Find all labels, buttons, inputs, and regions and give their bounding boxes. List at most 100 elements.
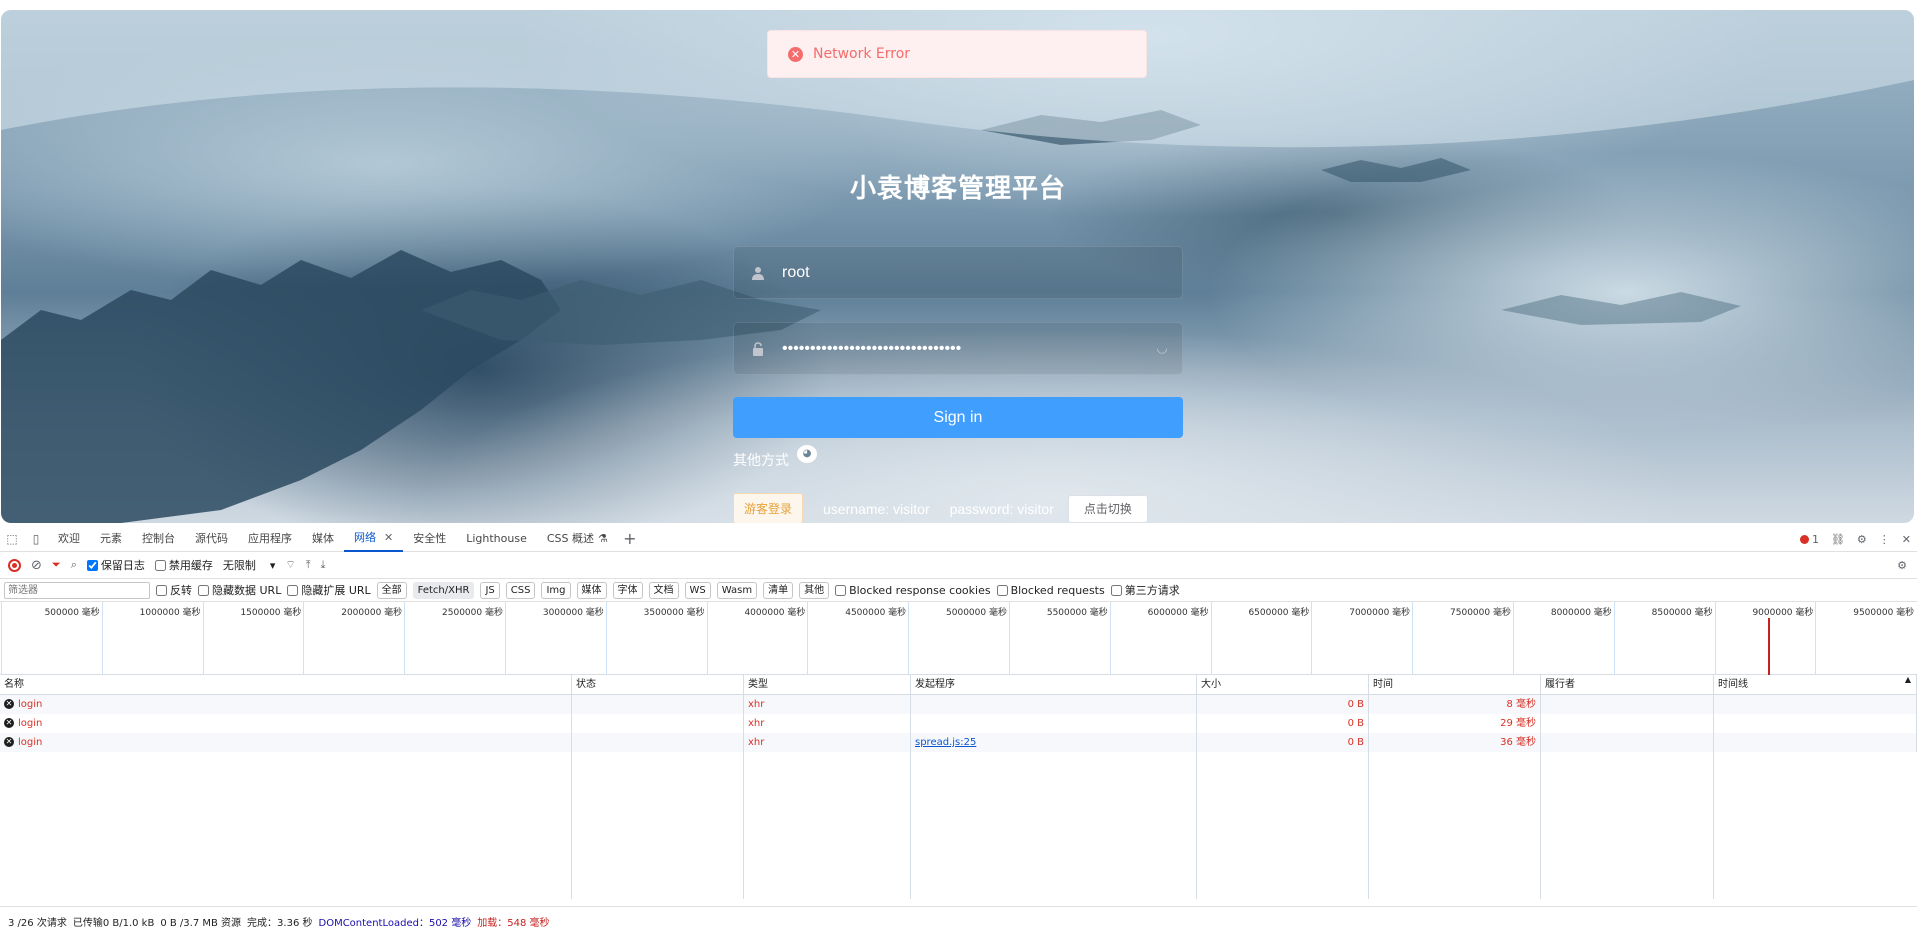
col-size-value: 0 B [1347,699,1364,710]
close-tab-icon[interactable]: ✕ [384,525,393,551]
flask-icon: ⚗ [598,531,608,545]
blocked-requests-checkbox[interactable]: Blocked requests [996,584,1105,597]
password-input[interactable] [782,339,1142,358]
hide-ext-url-label: 隐藏扩展 URL [301,584,371,597]
finish-time: 完成：3.36 秒 [247,918,313,929]
error-dot-icon [1799,534,1809,544]
type-filter-img[interactable]: Img [541,581,571,599]
type-filter-css[interactable]: CSS [505,581,536,599]
hide-data-url-checkbox[interactable]: 隐藏数据 URL [198,582,281,598]
col-name-header[interactable]: 名称 [0,675,572,695]
inspect-element-icon[interactable]: ⬚ [0,532,24,546]
type-filter-font[interactable]: 字体 [612,581,643,599]
hide-data-url-input[interactable] [198,584,209,596]
tab-welcome[interactable]: 欢迎 [48,526,90,552]
overview-grid-column: 3500000 毫秒 [605,602,707,675]
overview-grid-column: 2500000 毫秒 [404,602,505,675]
blocked-cookies-input[interactable] [835,584,847,596]
link-icon[interactable]: ⛓ [1831,533,1845,546]
type-filter-js[interactable]: JS [480,581,500,599]
tab-elements[interactable]: 元素 [90,526,132,552]
third-party-input[interactable] [1110,584,1122,596]
tab-media[interactable]: 媒体 [302,526,344,552]
tab-css-overview[interactable]: CSS 概述 ⚗ [537,526,618,552]
col-initiator-cell[interactable]: spread.js:25 [911,733,1197,752]
col-initiator-cell[interactable] [911,695,1197,714]
type-filter-all[interactable]: 全部 [376,581,407,599]
username-input[interactable] [782,263,1182,282]
col-initiator-header[interactable]: 发起程序 [911,675,1197,695]
tab-application[interactable]: 应用程序 [238,526,302,552]
sign-in-button[interactable]: Sign in [733,397,1183,438]
type-filter-ws[interactable]: WS [684,581,711,599]
device-toggle-icon[interactable]: ▯ [24,532,48,546]
network-overview-timeline[interactable]: 500000 毫秒 1000000 毫秒 1500000 毫秒 2000000 毫秒 2… [0,602,1917,675]
error-counter[interactable]: 1 [1799,533,1819,546]
request-row[interactable]: ✕ login xhr spread.js:25 0 B 36 毫秒 [0,733,1917,752]
tab-console[interactable]: 控制台 [132,526,185,552]
record-icon[interactable] [8,558,21,572]
blocked-cookies-checkbox[interactable]: Blocked response cookies [835,584,991,597]
type-filter-doc[interactable]: 文档 [648,581,679,599]
add-tab-icon[interactable]: + [618,529,642,548]
disable-cache-checkbox[interactable]: 禁用缓存 [154,557,213,573]
third-party-checkbox[interactable]: 第三方请求 [1110,582,1180,598]
type-filter-media[interactable]: 媒体 [576,581,607,599]
tab-network[interactable]: 网络 ✕ [344,525,404,552]
hide-ext-url-input[interactable] [287,584,299,596]
guest-login-button[interactable]: 游客登录 [733,493,804,523]
close-devtools-icon[interactable]: ✕ [1902,533,1911,546]
type-filter-wasm[interactable]: Wasm [716,581,758,599]
overview-grid-column: 1500000 毫秒 [202,602,304,675]
col-time-cell: 36 毫秒 [1369,733,1541,752]
wechat-icon[interactable]: ◕ [797,445,817,463]
filter-bar: 反转 隐藏数据 URL 隐藏扩展 URL 全部 Fetch/XHR JS CSS… [0,579,1917,602]
network-settings-gear-icon[interactable]: ⚙ [1897,559,1907,572]
wifi-settings-icon[interactable]: ⌔ [285,558,295,572]
throttle-select[interactable]: 无限制 ▾ [223,557,276,573]
tab-sources[interactable]: 源代码 [185,526,238,552]
filter-input[interactable] [4,581,150,599]
preserve-log-checkbox[interactable]: 保留日志 [86,557,145,573]
disable-cache-input[interactable] [154,559,166,571]
col-status-header[interactable]: 状态 [572,675,744,695]
invert-input[interactable] [156,584,167,596]
tab-security[interactable]: 安全性 [403,526,456,552]
filter-funnel-icon[interactable]: ⏷ [52,558,61,572]
overview-grid-column: 6000000 毫秒 [1109,602,1211,675]
col-fulfilled-by-header[interactable]: 履行者 [1541,675,1714,695]
request-table-body: ✕ login xhr 0 B 8 毫秒 ✕ login xhr 0 B 29 毫秒 ✕ login x… [0,695,1917,899]
type-filter-fetch-xhr[interactable]: Fetch/XHR [412,581,475,599]
overview-grid-column: 5500000 毫秒 [1009,602,1110,675]
col-status-cell [572,695,744,714]
password-field[interactable]: ◡ [733,322,1183,375]
preserve-log-input[interactable] [86,559,98,571]
request-row[interactable]: ✕ login xhr 0 B 8 毫秒 [0,695,1917,714]
col-time-header[interactable]: 时间 [1369,675,1541,695]
col-initiator-cell[interactable] [911,714,1197,733]
col-size-cell: 0 B [1197,733,1369,752]
col-type-header[interactable]: 类型 [744,675,911,695]
search-icon[interactable]: ⌕ [71,558,77,572]
col-size-header[interactable]: 大小 [1197,675,1369,695]
download-icon[interactable]: ⤓ [321,558,326,572]
invert-checkbox[interactable]: 反转 [156,582,192,598]
hide-ext-url-checkbox[interactable]: 隐藏扩展 URL [287,582,371,598]
switch-button[interactable]: 点击切换 [1067,494,1148,523]
col-waterfall-header[interactable]: 时间线 [1714,675,1917,695]
col-initiator-value[interactable]: spread.js:25 [915,737,976,748]
more-vert-icon[interactable]: ⋮ [1879,533,1890,546]
type-filter-manifest[interactable]: 清单 [763,581,794,599]
overview-tick-label: 4000000 毫秒 [744,608,806,618]
request-row[interactable]: ✕ login xhr 0 B 29 毫秒 [0,714,1917,733]
tab-lighthouse[interactable]: Lighthouse [456,526,537,552]
col-time-cell: 29 毫秒 [1369,714,1541,733]
username-field[interactable] [733,246,1183,299]
request-rows: ✕ login xhr 0 B 8 毫秒 ✕ login xhr 0 B 29 毫秒 ✕ login x… [0,695,1917,752]
settings-gear-icon[interactable]: ⚙ [1857,533,1867,546]
type-filter-other[interactable]: 其他 [799,581,830,599]
blocked-requests-input[interactable] [996,584,1008,596]
upload-icon[interactable]: ⤒ [306,558,311,572]
eye-closed-icon[interactable]: ◡ [1142,341,1182,356]
clear-icon[interactable]: ⊘ [31,558,42,573]
